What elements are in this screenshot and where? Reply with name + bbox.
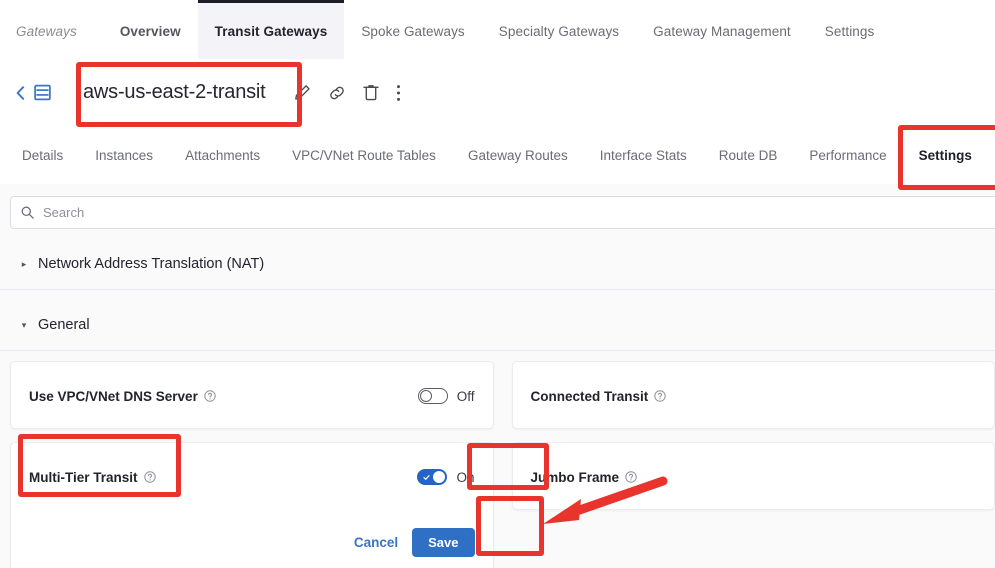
search-icon	[21, 206, 34, 219]
subtab-details-label: Details	[22, 148, 64, 163]
subtab-gateway-routes[interactable]: Gateway Routes	[452, 125, 584, 183]
subtab-instances[interactable]: Instances	[79, 125, 169, 183]
card-multi-tier-transit-label: Multi-Tier Transit	[29, 470, 156, 485]
search-input[interactable]	[41, 204, 995, 221]
card-connected-transit-label: Connected Transit	[531, 389, 667, 404]
tab-transit-gateways-label: Transit Gateways	[214, 23, 328, 39]
subtab-settings-label: Settings	[918, 148, 972, 163]
list-view-icon[interactable]	[34, 84, 51, 101]
toggle-switch-on[interactable]	[417, 469, 448, 485]
subtab-attachments[interactable]: Attachments	[169, 125, 276, 183]
tab-transit-gateways[interactable]: Transit Gateways	[197, 0, 345, 59]
form-actions: Cancel Save	[354, 528, 475, 557]
subtab-gateway-routes-label: Gateway Routes	[467, 148, 568, 163]
help-circle-icon[interactable]	[204, 390, 216, 402]
tab-overview-label: Overview	[119, 23, 181, 39]
tab-gateways[interactable]: Gateways	[0, 0, 103, 59]
more-icon[interactable]	[396, 84, 401, 102]
subtab-performance[interactable]: Performance	[793, 125, 902, 183]
card-connected-transit[interactable]: Connected Transit	[511, 361, 995, 429]
card-use-vpc-dns-server-text: Use VPC/VNet DNS Server	[29, 388, 198, 404]
card-jumbo-frame[interactable]: Jumbo Frame	[511, 442, 995, 510]
help-circle-icon[interactable]	[143, 471, 156, 483]
tab-gateway-management-label: Gateway Management	[653, 23, 791, 39]
tab-settings[interactable]: Settings	[808, 0, 892, 59]
tab-overview[interactable]: Overview	[103, 0, 198, 59]
subtab-interface-stats[interactable]: Interface Stats	[584, 125, 703, 183]
card-connected-transit-text: Connected Transit	[530, 388, 649, 404]
help-circle-icon[interactable]	[654, 390, 666, 402]
card-jumbo-frame-text: Jumbo Frame	[530, 469, 620, 485]
toggle-multi-tier-transit-state: On	[456, 469, 475, 485]
card-multi-tier-transit-text: Multi-Tier Transit	[29, 469, 138, 485]
toggle-use-vpc-dns-server-state: Off	[456, 388, 475, 404]
settings-row: Multi-Tier Transit On Cancel Save Jumbo …	[10, 442, 995, 568]
chevron-left-icon[interactable]	[16, 85, 25, 100]
help-circle-icon[interactable]	[625, 471, 637, 483]
settings-content: ▸ Network Address Translation (NAT) ▾ Ge…	[0, 184, 995, 568]
subtab-attachments-label: Attachments	[185, 148, 261, 163]
tab-specialty-gateways[interactable]: Specialty Gateways	[482, 0, 636, 59]
chevron-right-icon[interactable]: ▸	[19, 259, 29, 270]
toggle-use-vpc-dns-server[interactable]: Off	[417, 388, 475, 404]
section-nat[interactable]: ▸ Network Address Translation (NAT)	[0, 239, 995, 290]
subtab-vpc-vnet-route-tables[interactable]: VPC/VNet Route Tables	[276, 125, 452, 183]
page-title: aws-us-east-2-transit	[83, 81, 266, 103]
toggle-switch-off[interactable]	[417, 388, 448, 404]
gateway-settings-page: Gateways Overview Transit Gateways Spoke…	[0, 0, 995, 568]
section-general[interactable]: ▾ General	[0, 300, 995, 351]
settings-row: Use VPC/VNet DNS Server Off Connected Tr…	[10, 361, 995, 429]
card-use-vpc-dns-server-label: Use VPC/VNet DNS Server	[29, 389, 216, 404]
subtab-interface-stats-label: Interface Stats	[599, 148, 687, 163]
trash-icon[interactable]	[362, 84, 379, 101]
tab-gateway-management[interactable]: Gateway Management	[636, 0, 808, 59]
tab-settings-label: Settings	[824, 23, 875, 39]
card-use-vpc-dns-server[interactable]: Use VPC/VNet DNS Server Off	[10, 361, 494, 429]
toggle-multi-tier-transit[interactable]: On	[417, 469, 475, 485]
search-bar[interactable]	[10, 196, 995, 229]
cancel-button[interactable]: Cancel	[354, 535, 398, 550]
tab-gateways-label: Gateways	[16, 23, 77, 39]
primary-tab-bar: Gateways Overview Transit Gateways Spoke…	[0, 0, 995, 61]
check-icon	[423, 474, 431, 481]
subtab-settings[interactable]: Settings	[902, 125, 988, 183]
settings-card-grid: Use VPC/VNet DNS Server Off Connected Tr…	[0, 361, 995, 568]
tab-spoke-gateways[interactable]: Spoke Gateways	[344, 0, 481, 59]
link-icon[interactable]	[328, 84, 346, 102]
subtab-route-db-label: Route DB	[718, 148, 778, 163]
subtab-route-db[interactable]: Route DB	[703, 125, 794, 183]
chevron-down-icon[interactable]: ▾	[19, 320, 29, 331]
card-multi-tier-transit[interactable]: Multi-Tier Transit On Cancel Save	[10, 442, 494, 568]
subtab-vpc-vnet-route-tables-label: VPC/VNet Route Tables	[292, 148, 436, 163]
card-jumbo-frame-label: Jumbo Frame	[531, 470, 638, 485]
section-general-label: General	[38, 317, 90, 333]
save-button[interactable]: Save	[412, 528, 475, 557]
edit-icon[interactable]	[294, 84, 311, 101]
subtab-instances-label: Instances	[95, 148, 154, 163]
tab-spoke-gateways-label: Spoke Gateways	[361, 23, 465, 39]
subtab-details[interactable]: Details	[0, 125, 79, 183]
section-nat-label: Network Address Translation (NAT)	[38, 256, 265, 272]
gateway-title-bar: aws-us-east-2-transit	[0, 60, 995, 125]
tab-specialty-gateways-label: Specialty Gateways	[498, 23, 620, 39]
gateway-detail-tab-bar: Details Instances Attachments VPC/VNet R…	[0, 125, 995, 185]
title-action-icons	[294, 84, 401, 102]
subtab-performance-label: Performance	[809, 148, 887, 163]
